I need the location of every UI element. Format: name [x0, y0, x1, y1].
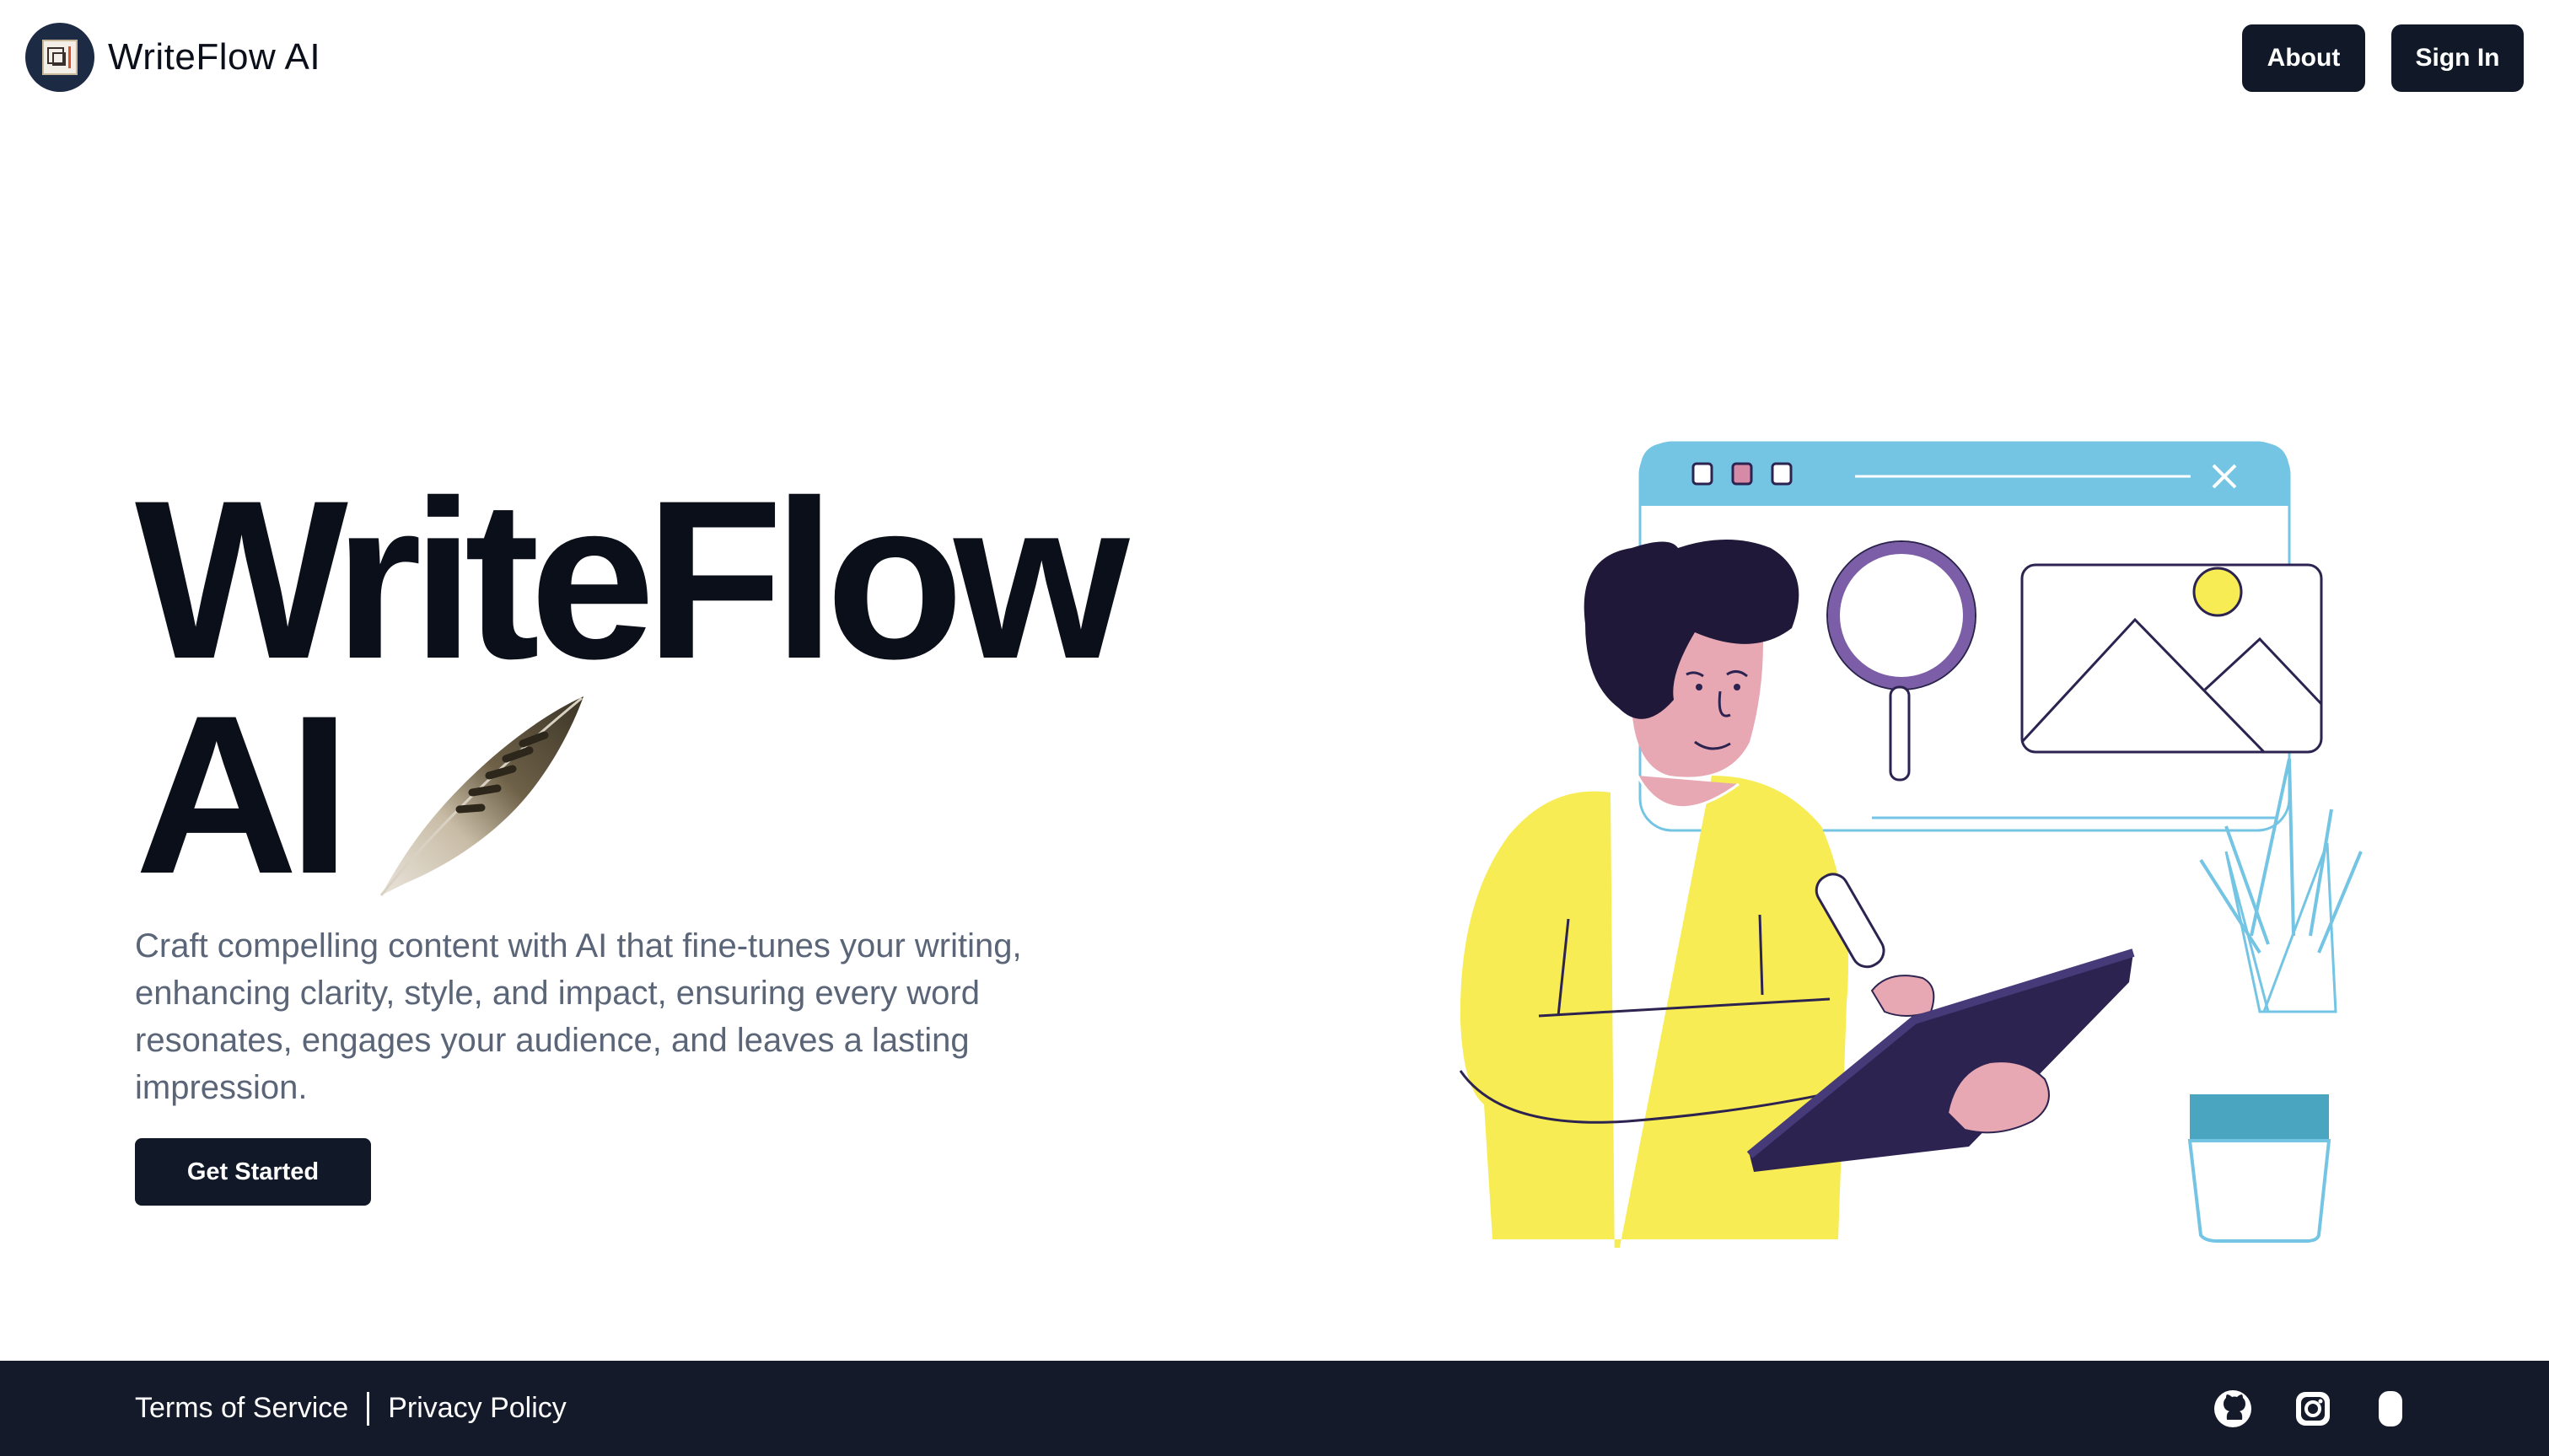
about-button[interactable]: About	[2242, 24, 2365, 92]
site-footer: Terms of Service Privacy Policy	[0, 1361, 2549, 1456]
footer-links: Terms of Service Privacy Policy	[135, 1361, 567, 1456]
get-started-button[interactable]: Get Started	[135, 1138, 371, 1206]
feather-icon	[379, 696, 583, 896]
instagram-icon[interactable]	[2292, 1388, 2334, 1430]
hero-description: Craft compelling content with AI that fi…	[135, 927, 1022, 1106]
person-writing-illustration	[1459, 441, 2363, 1248]
hero-title: WriteFlow AI	[135, 453, 1231, 921]
hero-title-line2: AI	[135, 668, 351, 921]
terms-of-service-link[interactable]: Terms of Service	[135, 1392, 348, 1425]
site-header: WriteFlow AI About Sign In	[0, 0, 2549, 118]
sign-in-button[interactable]: Sign In	[2391, 24, 2524, 92]
github-icon[interactable]	[2212, 1388, 2254, 1430]
document-logo-icon	[25, 23, 94, 92]
footer-divider	[367, 1391, 370, 1426]
hero-title-line1: WriteFlow	[135, 453, 1130, 706]
brand[interactable]: WriteFlow AI	[25, 23, 320, 92]
privacy-policy-link[interactable]: Privacy Policy	[388, 1392, 567, 1425]
brand-name: WriteFlow AI	[108, 36, 321, 78]
app-icon[interactable]	[2369, 1388, 2412, 1430]
